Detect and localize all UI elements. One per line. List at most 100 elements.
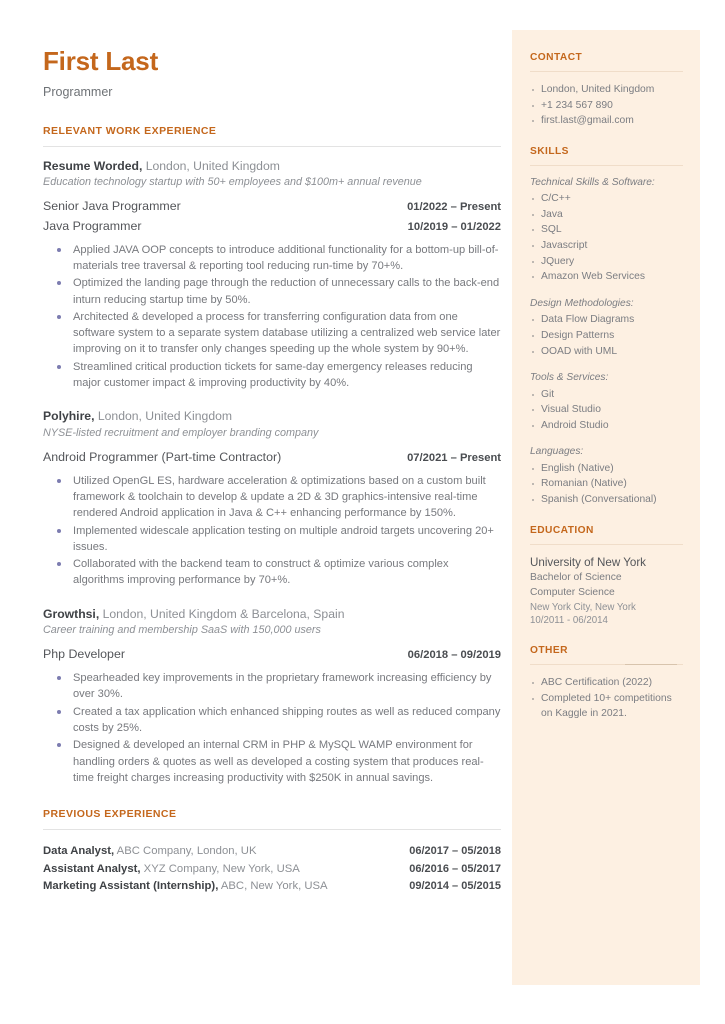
position-date: 01/2022 – Present [407,201,501,214]
previous-experience-title: Marketing Assistant (Internship), [43,880,219,893]
experience-item: Resume Worded, London, United Kingdom Edu… [43,158,501,392]
position-row: Android Programmer (Part-time Contractor… [43,448,501,467]
skill-item-list: English (Native) Romanian (Native) Spanish… [530,461,683,508]
skill-item: Java [530,207,683,223]
achievement-item: Applied JAVA OOP concepts to introduce a… [43,242,501,275]
previous-experience-title: Data Analyst, [43,845,115,858]
experience-item: Growthsi, London, United Kingdom & Barce… [43,606,501,786]
experience-item: Polyhire, London, United Kingdom NYSE-lis… [43,408,501,588]
company-name: Growthsi, [43,606,100,621]
achievement-item: Collaborated with the backend team to co… [43,556,501,589]
previous-experience-date: 06/2016 – 05/2017 [409,862,501,875]
sidebar-divider [530,164,683,166]
position-title: Senior Java Programmer [43,199,181,214]
skill-item: C/C++ [530,191,683,207]
achievement-item: Optimized the landing page through the r… [43,275,501,308]
previous-experience-detail: ABC, New York, USA [218,880,328,893]
sidebar-heading-skills: SKILLS [530,145,569,157]
sidebar-section-contact: CONTACT London, United Kingdom +1 234 567… [530,52,683,129]
position-date: 10/2019 – 01/2022 [407,220,501,233]
position-row: Senior Java Programmer 01/2022 – Present [43,197,501,216]
sidebar-heading-contact: CONTACT [530,52,583,63]
sidebar-divider [530,664,683,666]
skill-item: Visual Studio [530,402,683,418]
job-role-subtitle: Programmer [43,84,113,99]
sidebar-section-skills: SKILLS Technical Skills & Software: C/C++… [530,146,683,508]
skill-item: Design Patterns [530,328,683,344]
company-line: Polyhire, London, United Kingdom [43,408,501,424]
position-date: 07/2021 – Present [407,451,501,464]
company-line: Resume Worded, London, United Kingdom [43,158,501,174]
previous-experience-row: Data Analyst, ABC Company, London, UK 06/… [43,843,501,861]
education-dates: 10/2011 - 06/2014 [530,615,608,627]
skill-item: Android Studio [530,418,683,434]
skill-item: Data Flow Diagrams [530,312,683,328]
company-description: Career training and membership SaaS with… [43,624,321,637]
previous-experience-label: Data Analyst, ABC Company, London, UK [43,843,257,861]
achievement-item: Created a tax application which enhanced… [43,704,501,737]
achievement-item: Implemented widescale application testin… [43,523,501,556]
achievement-item: Designed & developed an internal CRM in … [43,737,501,786]
skill-group: Design Methodologies: Data Flow Diagrams D… [530,297,683,359]
education-field: Computer Science [530,587,615,599]
skill-item-list: C/C++ Java SQL Javascript JQuery Amazon Web S… [530,191,683,285]
skill-category-label: Design Methodologies: [530,298,634,310]
contact-item: first.last@gmail.com [530,113,683,129]
education-school: University of New York [530,555,646,569]
education-location: New York City, New York [530,601,636,613]
other-item: Completed 10+ competitions on Kaggle in … [530,691,683,722]
page-title: First Last [43,46,159,76]
achievement-item: Architected & developed a process for tr… [43,309,501,358]
sidebar: CONTACT London, United Kingdom +1 234 567… [512,30,700,985]
company-line: Growthsi, London, United Kingdom & Barce… [43,606,501,622]
skill-item: Amazon Web Services [530,269,683,285]
education-degree: Bachelor of Science [530,572,622,584]
position-title: Android Programmer (Part-time Contractor… [43,449,282,464]
position-date: 06/2018 – 09/2019 [407,649,501,662]
skill-category-label: Languages: [530,446,584,458]
skill-item: Romanian (Native) [530,476,683,492]
position-row: Java Programmer 10/2019 – 01/2022 [43,217,501,236]
section-heading-previous-experience: PREVIOUS EXPERIENCE [43,808,177,821]
skill-item: English (Native) [530,461,683,477]
previous-experience-label: Marketing Assistant (Internship), ABC, N… [43,878,328,896]
previous-experience-title: Assistant Analyst, [43,862,141,875]
contact-list: London, United Kingdom +1 234 567 890 firs… [530,82,683,129]
skill-group: Tools & Services: Git Visual Studio Android… [530,371,683,433]
previous-experience-detail: ABC Company, London, UK [114,845,257,858]
main-column: First Last Programmer RELEVANT WORK EXPE… [43,47,501,896]
skill-item: SQL [530,222,683,238]
other-item: ABC Certification (2022) [530,675,683,690]
achievement-item: Streamlined critical production tickets … [43,359,501,392]
skill-item: Javascript [530,238,683,254]
contact-item: London, United Kingdom [530,82,683,98]
achievement-list: Utilized OpenGL ES, hardware acceleratio… [43,473,501,589]
position-row: Php Developer 06/2018 – 09/2019 [43,645,501,664]
skill-item: OOAD with UML [530,344,683,360]
company-name: Polyhire, [43,409,95,424]
company-description: NYSE-listed recruitment and employer bra… [43,426,319,439]
skill-group: Languages: English (Native) Romanian (Nati… [530,445,683,507]
company-name: Resume Worded, [43,158,143,173]
skill-item-list: Data Flow Diagrams Design Patterns OOAD wi… [530,312,683,359]
company-location: London, United Kingdom [142,158,280,173]
skill-item: JQuery [530,254,683,270]
previous-experience-label: Assistant Analyst, XYZ Company, New York… [43,861,300,879]
previous-experience-row: Assistant Analyst, XYZ Company, New York… [43,861,501,879]
experience-list: Resume Worded, London, United Kingdom Edu… [43,158,501,787]
skill-category-label: Technical Skills & Software: [530,176,655,188]
section-heading-relevant-experience: RELEVANT WORK EXPERIENCE [43,124,217,137]
previous-experience-row: Marketing Assistant (Internship), ABC, N… [43,878,501,896]
achievement-item: Spearheaded key improvements in the prop… [43,670,501,703]
sidebar-divider [530,71,683,72]
contact-item: +1 234 567 890 [530,98,683,114]
skill-item-list: Git Visual Studio Android Studio [530,387,683,434]
previous-experience-date: 06/2017 – 05/2018 [409,845,501,858]
skills-list: Technical Skills & Software: C/C++ Java SQL… [530,176,683,508]
other-list: ABC Certification (2022) Completed 10+ co… [530,675,683,721]
achievement-item: Utilized OpenGL ES, hardware acceleratio… [43,473,501,522]
sidebar-heading-other: OTHER [530,645,568,657]
sidebar-section-other: OTHER ABC Certification (2022) Completed … [530,645,683,721]
previous-experience-detail: XYZ Company, New York, USA [140,862,300,875]
sidebar-section-education: EDUCATION University of New York Bachelo… [530,525,683,629]
